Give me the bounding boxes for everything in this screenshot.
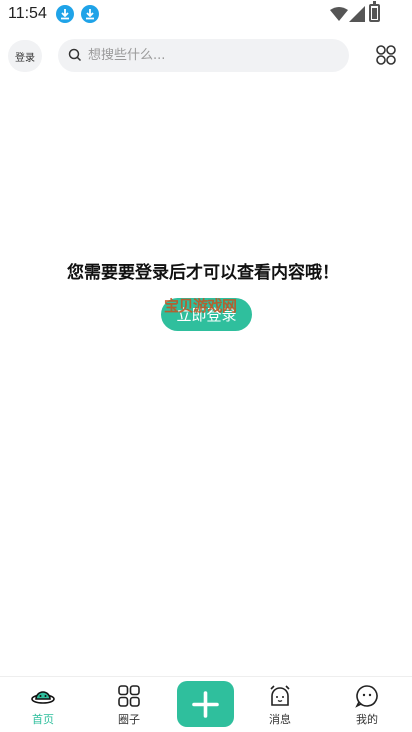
search-icon — [68, 48, 82, 62]
search-bar[interactable]: 想搜些什么... — [58, 39, 349, 72]
planet-icon — [31, 691, 55, 704]
nav-tab-messages[interactable]: 消息 — [250, 677, 310, 732]
alarm-bell-icon — [270, 685, 290, 706]
category-grid-icon[interactable] — [376, 45, 396, 65]
signal-icon — [349, 6, 365, 22]
watermark-logo: 宝贝游戏网 — [164, 297, 237, 315]
nav-tab-mine[interactable]: 我的 — [337, 677, 397, 732]
nav-tab-home[interactable]: 首页 — [13, 677, 73, 732]
chat-bubble-icon — [355, 685, 378, 708]
nav-label: 首页 — [32, 713, 54, 726]
battery-icon — [369, 1, 380, 22]
search-input[interactable]: 想搜些什么... — [88, 39, 165, 72]
status-time: 11:54 — [8, 5, 47, 22]
grid-icon — [118, 685, 140, 707]
download-icon — [81, 5, 99, 23]
nav-tab-circle[interactable]: 圈子 — [99, 677, 159, 732]
nav-label: 消息 — [269, 713, 291, 726]
post-button[interactable] — [177, 681, 234, 727]
status-bar: 11:54 — [0, 0, 412, 28]
nav-label: 圈子 — [118, 713, 140, 726]
login-required-message: 您需要要登录后才可以查看内容哦！ — [67, 263, 339, 283]
login-link[interactable]: 登录 — [8, 40, 42, 72]
download-icon — [56, 5, 74, 23]
wifi-icon — [330, 7, 348, 21]
plus-icon — [192, 691, 219, 718]
nav-label: 我的 — [356, 713, 378, 726]
